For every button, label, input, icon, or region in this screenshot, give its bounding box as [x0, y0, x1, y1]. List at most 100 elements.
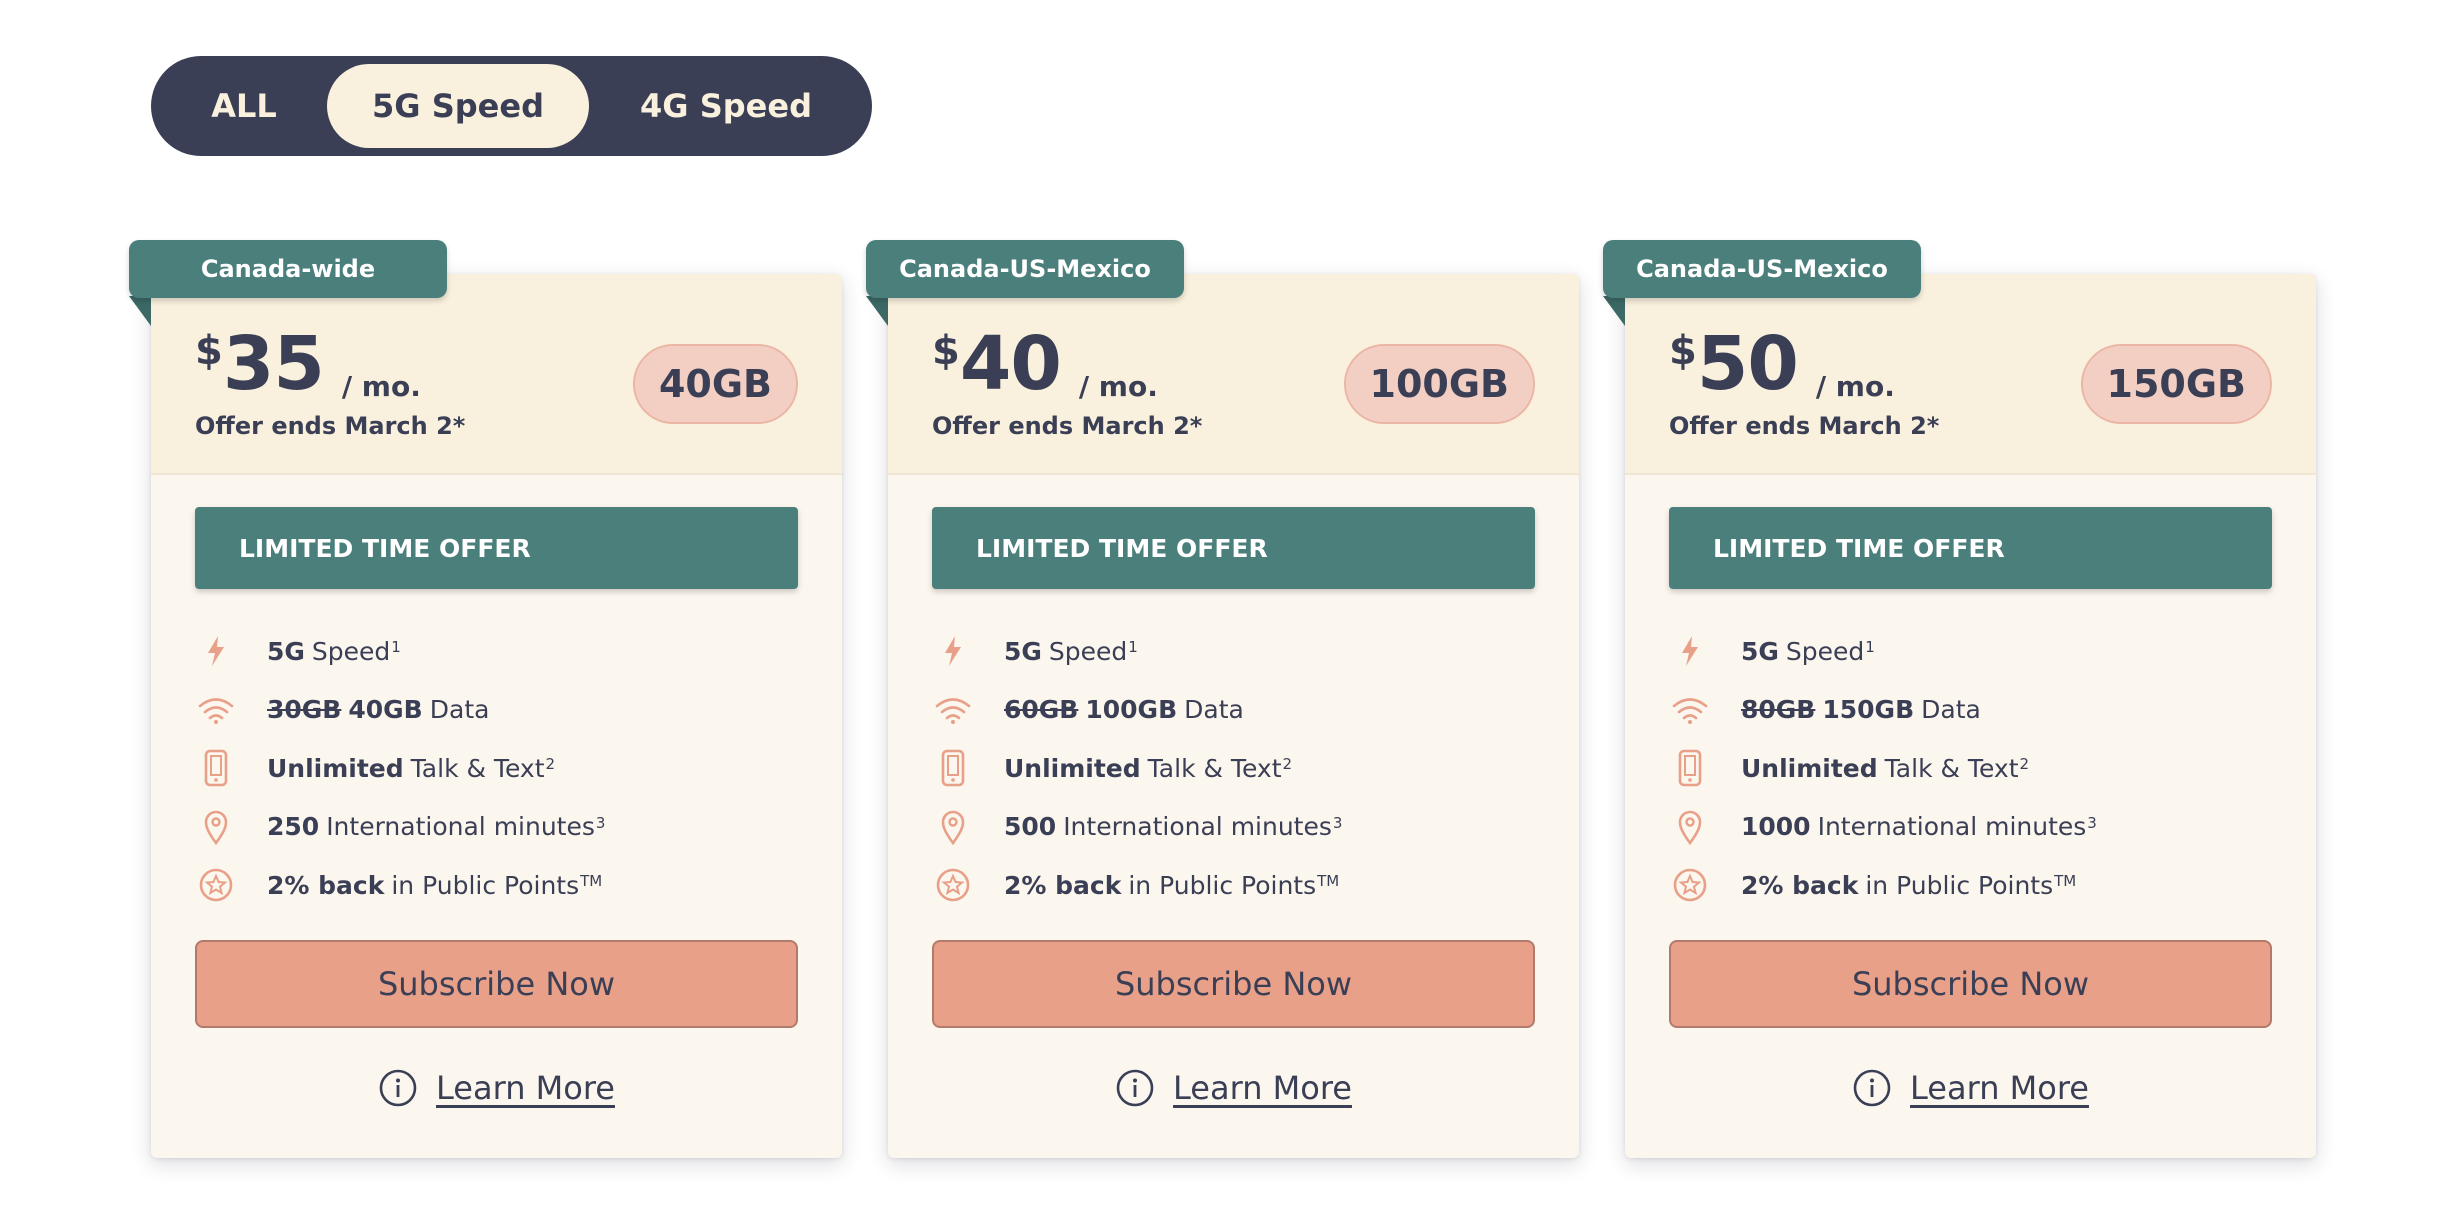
- ribbon-fold: [1603, 296, 1625, 326]
- price-period: / mo.: [1815, 370, 1895, 403]
- wifi-icon: [1669, 689, 1711, 731]
- footnote-sup: 2: [2019, 755, 2030, 774]
- lightning-icon: [195, 630, 237, 672]
- learn-more-label: Learn More: [1910, 1069, 2089, 1107]
- feature-bold: 5G: [1004, 636, 1042, 666]
- feature-text: International minutes: [1063, 812, 1332, 842]
- location-pin-icon: [195, 806, 237, 848]
- feature-bold: 5G: [267, 636, 305, 666]
- feature-talk-text: Unlimited Talk & Text 2: [195, 739, 798, 798]
- wifi-icon: [932, 689, 974, 731]
- offer-ends: Offer ends March 2*: [195, 412, 466, 440]
- star-badge-icon: [195, 864, 237, 906]
- limited-time-offer-banner: LIMITED TIME OFFER: [195, 507, 798, 589]
- offer-ends: Offer ends March 2*: [1669, 412, 1940, 440]
- feature-speed: 5G Speed 1: [932, 622, 1535, 681]
- price-currency: $: [195, 328, 223, 374]
- subscribe-now-button[interactable]: Subscribe Now: [195, 940, 798, 1028]
- feature-list: 5G Speed 1 60GB 100GB Data Unlimited Talk & T…: [932, 622, 1535, 915]
- feature-text: Data: [1184, 695, 1244, 725]
- feature-bold: Unlimited: [267, 753, 404, 783]
- limited-time-offer-banner: LIMITED TIME OFFER: [932, 507, 1535, 589]
- learn-more-link[interactable]: Learn More: [1625, 1064, 2316, 1112]
- footnote-sup: 1: [391, 638, 401, 657]
- filter-all[interactable]: ALL: [159, 64, 329, 148]
- star-badge-icon: [932, 864, 974, 906]
- plan-card: Canada-US-Mexico $ 50 / mo. Offer ends M…: [1603, 240, 2316, 1158]
- trademark-sup: TM: [1317, 872, 1340, 891]
- location-pin-icon: [1669, 806, 1711, 848]
- feature-bold: 500: [1004, 812, 1057, 842]
- plan-card: Canada-US-Mexico $ 40 / mo. Offer ends M…: [866, 240, 1579, 1158]
- limited-time-offer-banner: LIMITED TIME OFFER: [1669, 507, 2272, 589]
- feature-text: in Public Points: [391, 870, 580, 900]
- footnote-sup: 2: [1282, 755, 1293, 774]
- feature-points: 2% back in Public Points TM: [195, 856, 798, 915]
- feature-text: Speed: [311, 636, 391, 666]
- trademark-sup: TM: [580, 872, 603, 891]
- phone-icon: [932, 747, 974, 789]
- ribbon-fold: [866, 296, 888, 326]
- feature-data: 30GB 40GB Data: [195, 681, 798, 740]
- filter-4g-speed[interactable]: 4G Speed: [591, 64, 861, 148]
- feature-international: 500 International minutes 3: [932, 798, 1535, 857]
- data-badge: 150GB: [2080, 344, 2272, 424]
- subscribe-now-button[interactable]: Subscribe Now: [1669, 940, 2272, 1028]
- plan-price: $ 40 / mo.: [932, 324, 1158, 404]
- feature-talk-text: Unlimited Talk & Text 2: [1669, 739, 2272, 798]
- new-data-amount: 40GB: [348, 695, 423, 725]
- feature-speed: 5G Speed 1: [195, 622, 798, 681]
- learn-more-label: Learn More: [436, 1069, 615, 1107]
- price-amount: 40: [959, 321, 1062, 407]
- region-ribbon: Canada-US-Mexico: [1603, 240, 1921, 298]
- feature-bold: 5G: [1741, 636, 1779, 666]
- old-data-amount: 30GB: [267, 695, 342, 725]
- subscribe-now-button[interactable]: Subscribe Now: [932, 940, 1535, 1028]
- location-pin-icon: [932, 806, 974, 848]
- speed-filter: ALL 5G Speed 4G Speed: [151, 56, 872, 156]
- feature-bold: Unlimited: [1741, 753, 1878, 783]
- price-period: / mo.: [1078, 370, 1158, 403]
- price-amount: 50: [1696, 321, 1799, 407]
- feature-data: 60GB 100GB Data: [932, 681, 1535, 740]
- info-icon: [1115, 1068, 1155, 1108]
- feature-points: 2% back in Public Points TM: [1669, 856, 2272, 915]
- feature-international: 1000 International minutes 3: [1669, 798, 2272, 857]
- footnote-sup: 2: [545, 755, 556, 774]
- feature-bold: 2% back: [267, 870, 385, 900]
- feature-text: Data: [429, 695, 490, 725]
- feature-talk-text: Unlimited Talk & Text 2: [932, 739, 1535, 798]
- feature-text: Talk & Text: [1147, 753, 1282, 783]
- price-currency: $: [1669, 328, 1697, 374]
- offer-ends: Offer ends March 2*: [932, 412, 1203, 440]
- plan-card: Canada-wide $ 35 / mo. Offer ends March …: [129, 240, 842, 1158]
- feature-list: 5G Speed 1 80GB 150GB Data Unlimited Talk & T…: [1669, 622, 2272, 915]
- footnote-sup: 1: [1865, 638, 1875, 657]
- feature-points: 2% back in Public Points TM: [932, 856, 1535, 915]
- info-icon: [378, 1068, 418, 1108]
- old-data-amount: 80GB: [1741, 695, 1816, 725]
- feature-text: Talk & Text: [410, 753, 545, 783]
- feature-text: in Public Points: [1128, 870, 1317, 900]
- footnote-sup: 1: [1128, 638, 1138, 657]
- data-badge: 40GB: [632, 344, 798, 424]
- feature-text: Speed: [1048, 636, 1128, 666]
- price-amount: 35: [222, 321, 325, 407]
- wifi-icon: [195, 689, 237, 731]
- feature-text: International minutes: [1817, 812, 2087, 842]
- learn-more-link[interactable]: Learn More: [151, 1064, 842, 1112]
- learn-more-link[interactable]: Learn More: [888, 1064, 1579, 1112]
- feature-speed: 5G Speed 1: [1669, 622, 2272, 681]
- phone-icon: [1669, 747, 1711, 789]
- filter-5g-speed[interactable]: 5G Speed: [327, 64, 589, 148]
- feature-text: Talk & Text: [1884, 753, 2019, 783]
- feature-text: Data: [1921, 695, 1981, 725]
- feature-data: 80GB 150GB Data: [1669, 681, 2272, 740]
- feature-bold: 1000: [1741, 812, 1811, 842]
- feature-bold: Unlimited: [1004, 753, 1141, 783]
- star-badge-icon: [1669, 864, 1711, 906]
- plan-price: $ 35 / mo.: [195, 324, 421, 404]
- footnote-sup: 3: [2087, 813, 2097, 832]
- trademark-sup: TM: [2054, 872, 2077, 891]
- phone-icon: [195, 747, 237, 789]
